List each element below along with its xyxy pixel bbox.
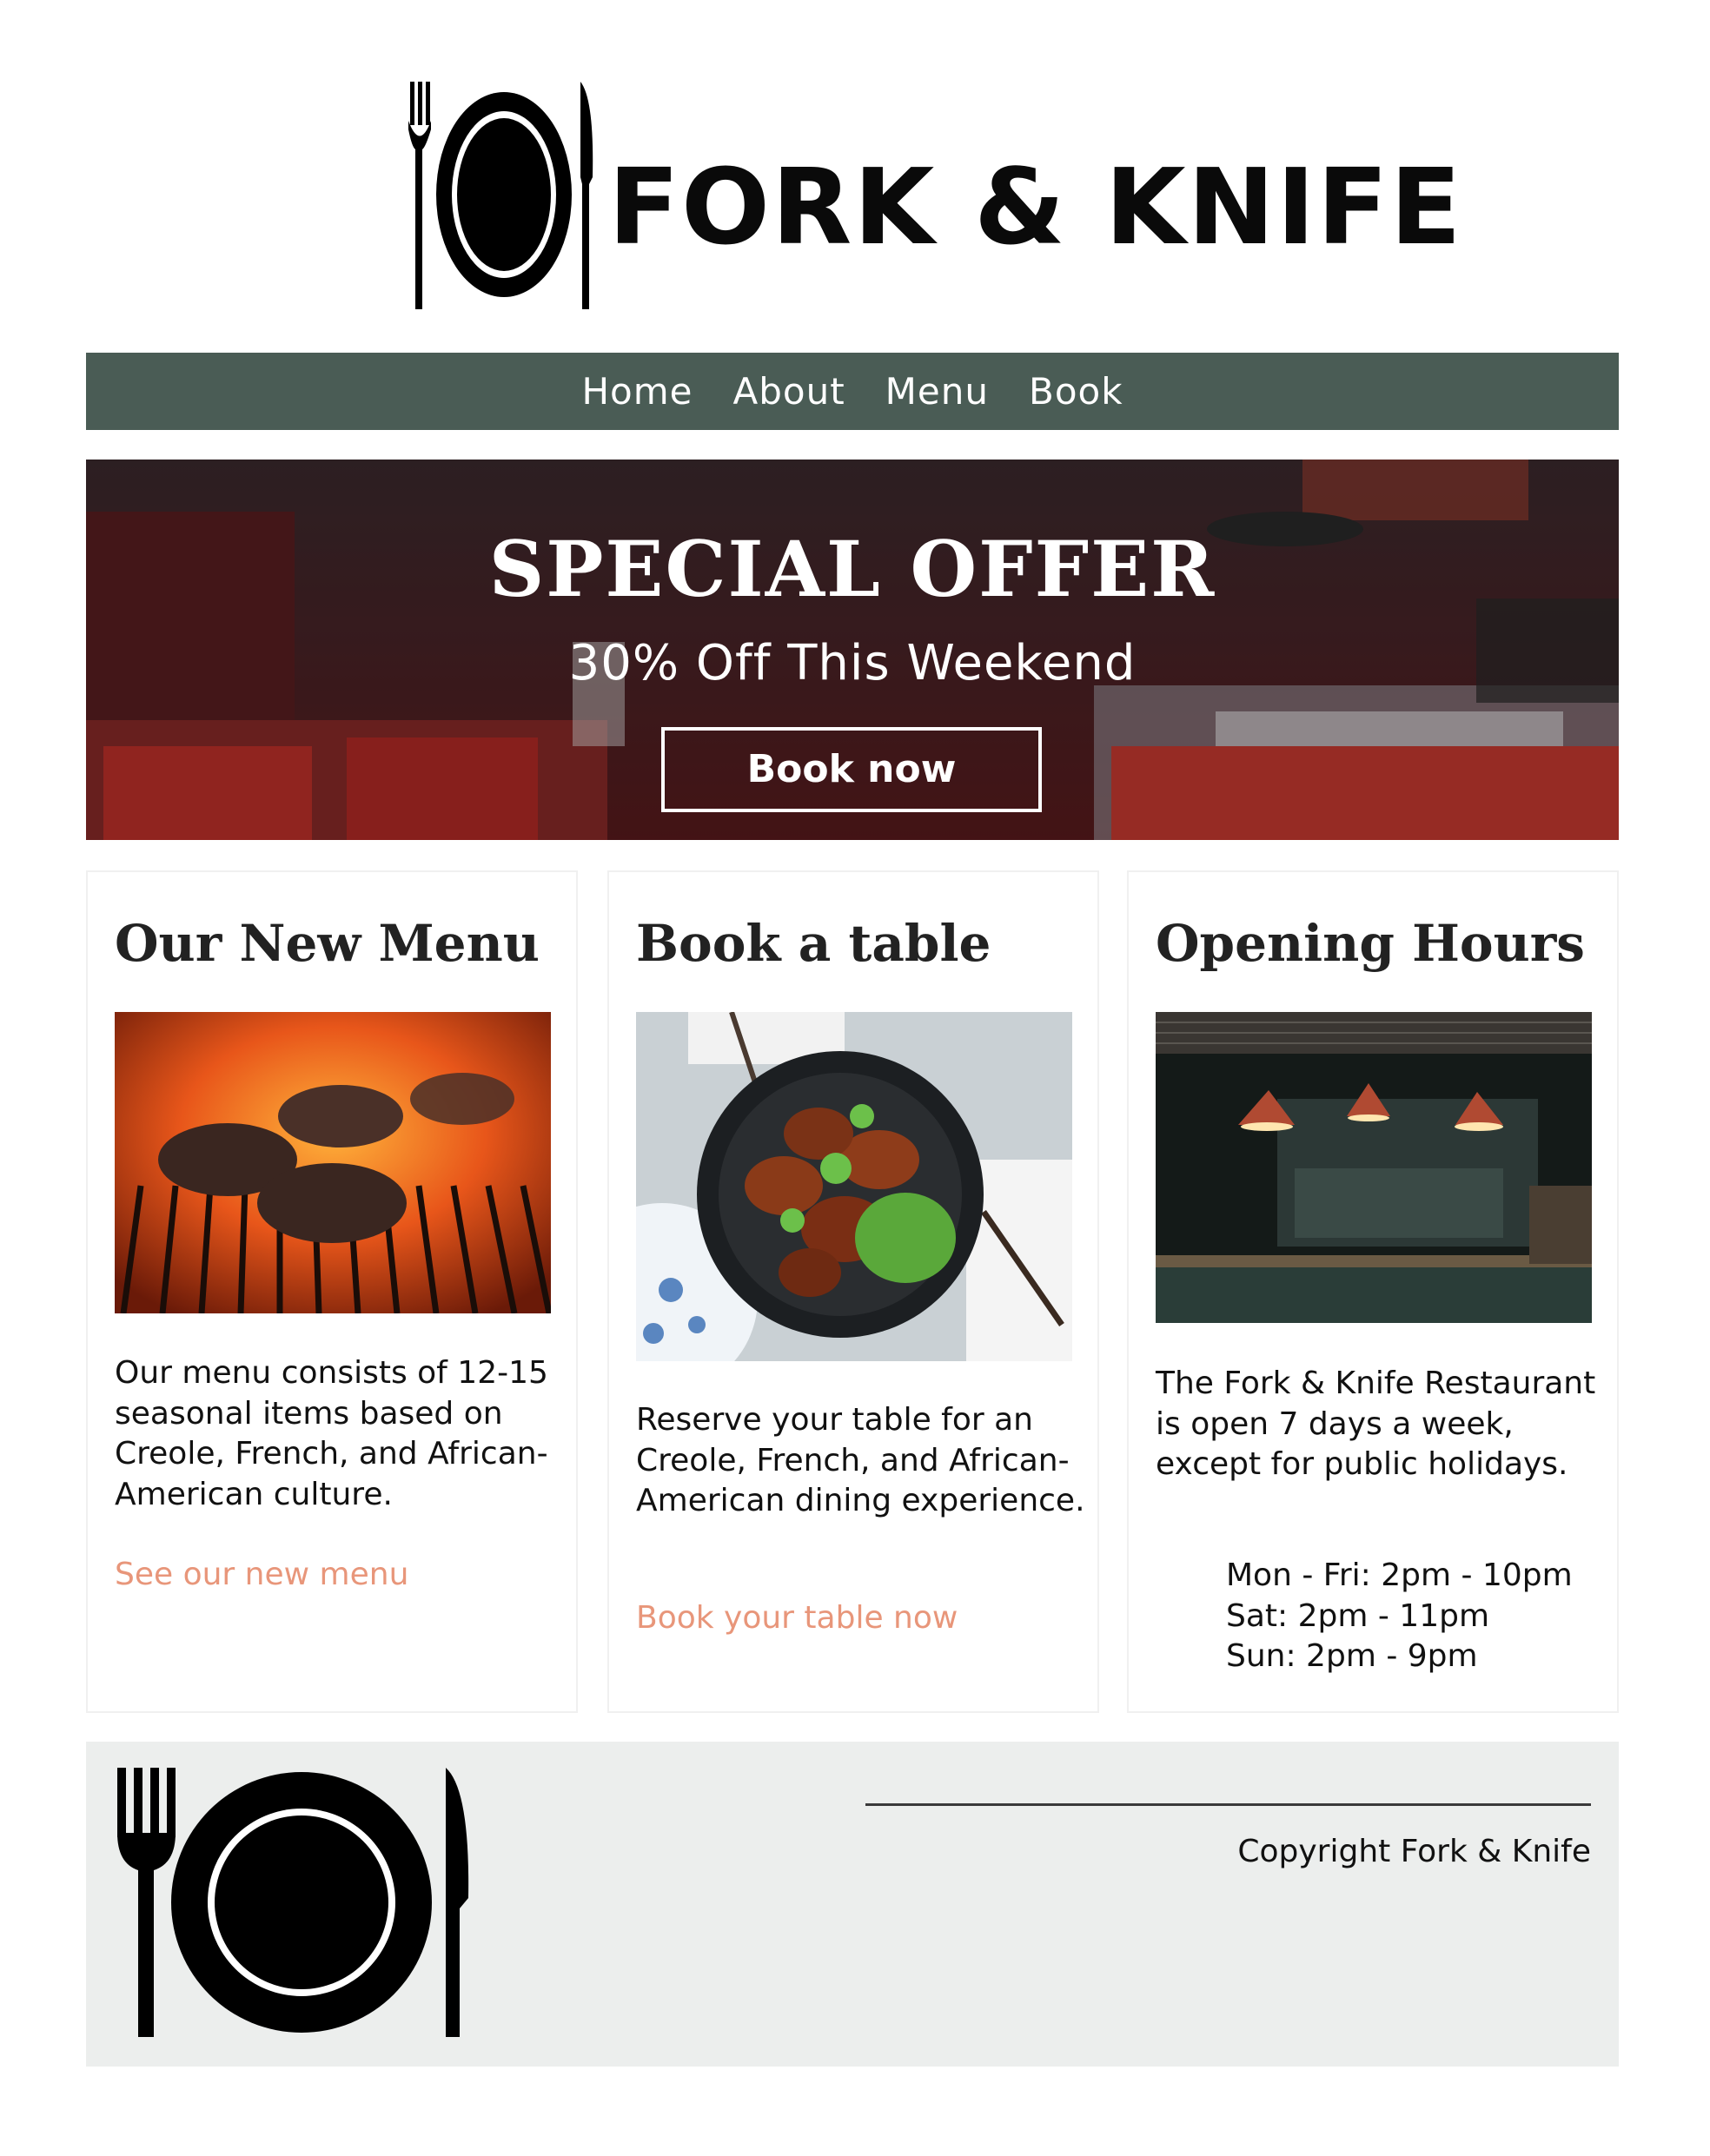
footer-divider xyxy=(865,1803,1591,1806)
hero-subtitle: 30% Off This Weekend xyxy=(568,635,1137,691)
site-header: FORK & KNIFE xyxy=(0,0,1710,330)
card-book-table: Book a table Reserve your table for an C… xyxy=(607,870,1099,1713)
nav-home[interactable]: Home xyxy=(581,353,693,430)
grilled-burger-patties-photo xyxy=(115,1012,551,1313)
hero-banner: SPECIAL OFFER 30% Off This Weekend Book … xyxy=(86,460,1619,840)
nav-book[interactable]: Book xyxy=(1029,353,1123,430)
hours-saturday: Sat: 2pm - 11pm xyxy=(1226,1597,1490,1634)
restaurant-kitchen-photo xyxy=(1156,1012,1592,1323)
hours-weekdays: Mon - Fri: 2pm - 10pm xyxy=(1226,1557,1573,1593)
brand-name: FORK & KNIFE xyxy=(608,148,1463,268)
hours-sunday: Sun: 2pm - 9pm xyxy=(1226,1638,1478,1674)
card-opening-hours: Opening Hours The Fork & Knife Restauran… xyxy=(1127,870,1619,1713)
card-title: Opening Hours xyxy=(1156,914,1585,973)
card-new-menu: Our New Menu Our menu consists of 12-15 … xyxy=(86,870,578,1713)
nav-about[interactable]: About xyxy=(732,353,845,430)
card-text: The Fork & Knife Restaurant is open 7 da… xyxy=(1156,1366,1596,1482)
copyright-text: Copyright Fork & Knife xyxy=(1237,1834,1591,1869)
nav-menu[interactable]: Menu xyxy=(885,353,989,430)
book-now-button[interactable]: Book now xyxy=(661,727,1042,812)
hero-title: SPECIAL OFFER xyxy=(488,524,1216,614)
fork-plate-knife-icon xyxy=(117,1768,469,2037)
card-title: Our New Menu xyxy=(115,914,540,973)
see-new-menu-link[interactable]: See our new menu xyxy=(115,1555,408,1595)
opening-hours-list: Mon - Fri: 2pm - 10pm Sat: 2pm - 11pm Su… xyxy=(1226,1556,1591,1677)
book-table-link[interactable]: Book your table now xyxy=(636,1598,958,1638)
fork-plate-knife-icon[interactable] xyxy=(407,82,598,309)
card-text: Our menu consists of 12-15 seasonal item… xyxy=(115,1355,548,1512)
chicken-wings-bowl-photo xyxy=(636,1012,1072,1361)
card-text: Reserve your table for an Creole, French… xyxy=(636,1402,1085,1518)
site-footer: Copyright Fork & Knife xyxy=(86,1742,1619,2067)
main-nav: Home About Menu Book xyxy=(86,353,1619,430)
card-title: Book a table xyxy=(636,914,991,973)
